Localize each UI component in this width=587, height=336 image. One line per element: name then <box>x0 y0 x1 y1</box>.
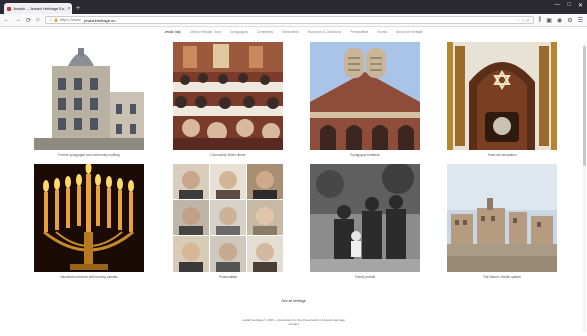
family-photo-image[interactable] <box>310 164 420 272</box>
tab-close-icon[interactable]: × <box>67 6 70 12</box>
site-navigation: Jewish Italy Jewish Heritage Tours Synag… <box>0 27 587 37</box>
nav-link[interactable]: Jewish Heritage Tours <box>190 30 221 34</box>
card-caption: Synagogue entrance <box>350 153 380 157</box>
back-icon[interactable]: ← <box>4 17 10 23</box>
home-icon[interactable]: ⌂ <box>36 17 40 23</box>
address-actions[interactable]: ⋯ ☆ ⟳ <box>516 18 529 23</box>
town-square-image[interactable] <box>447 164 557 272</box>
card-caption: The historic Jewish quarter <box>482 275 522 279</box>
scrollbar-thumb[interactable] <box>583 46 586 166</box>
nav-link[interactable]: Monuments <box>282 30 299 34</box>
card-caption: Personalities <box>218 275 238 279</box>
address-host: jewishheritage.eu <box>84 17 116 23</box>
window-controls: — □ ✕ <box>554 2 583 9</box>
extensions-icon[interactable]: ⚙ <box>567 17 572 24</box>
sidebar-icon[interactable]: ▣ <box>546 17 552 24</box>
gallery-card[interactable]: The historic Jewish quarter <box>447 164 557 279</box>
gallery-card[interactable]: Former synagogue and community building <box>34 42 144 157</box>
tab-title: Jewish – Jewish Heritage Eu... <box>13 6 68 11</box>
forward-icon[interactable]: → <box>15 17 21 23</box>
ark-star-image[interactable] <box>447 42 557 150</box>
footer-contact-link[interactable]: Contact <box>0 322 587 326</box>
account-icon[interactable]: ◉ <box>557 17 562 24</box>
reload-icon[interactable]: ⟳ <box>26 17 31 24</box>
site-favicon-icon <box>7 6 11 11</box>
address-prefix: ⓘ 🔒 https://www. <box>48 17 82 22</box>
browser-tab[interactable]: Jewish – Jewish Heritage Eu... × <box>4 3 72 14</box>
minimize-icon[interactable]: — <box>554 2 560 9</box>
browser-toolbar: ← → ⟳ ⌂ ⓘ 🔒 https://www. jewishheritage.e… <box>0 14 587 27</box>
gallery-card[interactable]: Personalities <box>173 164 283 279</box>
card-caption: Torah ark decoration <box>487 153 517 157</box>
tablets-facade-image[interactable] <box>310 42 420 150</box>
gallery-card[interactable]: Synagogue entrance <box>310 42 420 157</box>
nav-link[interactable]: Cemeteries <box>257 30 273 34</box>
gallery-card[interactable]: Hanukkah menorah with burning candles <box>34 164 144 279</box>
close-window-icon[interactable]: ✕ <box>578 2 583 9</box>
nav-link[interactable]: Personalities <box>350 30 368 34</box>
nav-link[interactable]: Synagogues <box>230 30 248 34</box>
card-caption: Former synagogue and community building <box>58 153 120 157</box>
see-all-link[interactable]: See all heritage <box>0 299 587 303</box>
gallery-card[interactable]: Community Seder dinner <box>173 42 283 157</box>
nav-link[interactable]: Jewish Italy <box>164 30 180 34</box>
card-caption: Hanukkah menorah with burning candles <box>60 275 118 279</box>
dining-hall-image[interactable] <box>173 42 283 150</box>
page-scrollbar[interactable] <box>583 42 586 332</box>
toolbar-icons: ⫼ ▣ ◉ ⚙ ☰ <box>539 17 583 24</box>
nav-link[interactable]: Events <box>377 30 387 34</box>
address-bar[interactable]: ⓘ 🔒 https://www. jewishheritage.eu ⋯ ☆ ⟳ <box>44 16 534 24</box>
new-tab-button[interactable]: + <box>76 3 80 14</box>
building-facade-image[interactable] <box>34 42 144 150</box>
gallery-card[interactable]: Torah ark decoration <box>447 42 557 157</box>
maximize-icon[interactable]: □ <box>567 2 571 9</box>
site-footer: Jewish Heritage © 2015 – Association for… <box>0 318 587 326</box>
library-icon[interactable]: ⫼ <box>539 17 542 24</box>
nav-link[interactable]: About the Heritage <box>396 30 423 34</box>
gallery-card[interactable]: Family portrait <box>310 164 420 279</box>
nav-link[interactable]: Museums & Collections <box>308 30 341 34</box>
tab-bar: Jewish – Jewish Heritage Eu... × + — □ ✕ <box>0 0 587 14</box>
menu-icon[interactable]: ☰ <box>578 17 583 24</box>
card-caption: Family portrait <box>354 275 376 279</box>
portraits-image[interactable] <box>173 164 283 272</box>
card-caption: Community Seder dinner <box>210 153 246 157</box>
menorah-image[interactable] <box>34 164 144 272</box>
